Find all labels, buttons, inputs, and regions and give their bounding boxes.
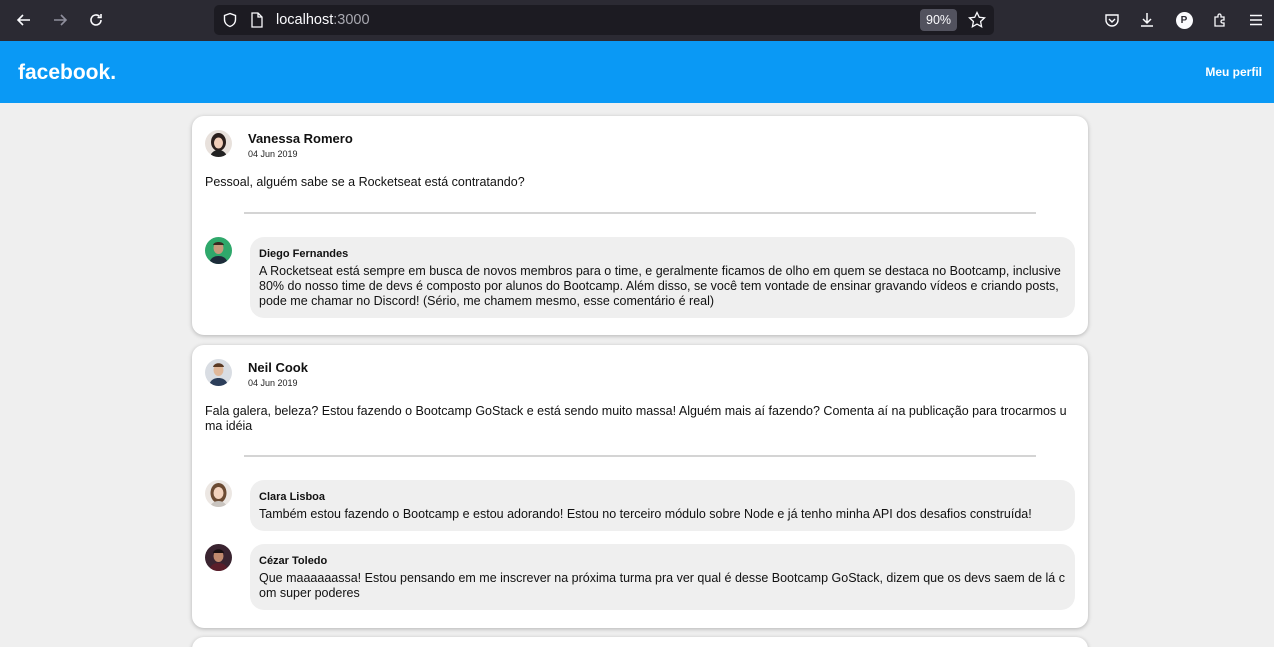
post-divider	[244, 212, 1036, 214]
post-content: Pessoal, alguém sabe se a Rocketseat est…	[205, 175, 525, 189]
avatar	[205, 359, 232, 386]
address-bar[interactable]: localhost:3000 90%	[214, 5, 994, 35]
menu-hamburger-icon[interactable]	[1244, 8, 1268, 32]
bookmark-star-icon[interactable]	[968, 10, 986, 34]
browser-toolbar: localhost:3000 90% P	[0, 0, 1274, 41]
post-card: Neil Cook 04 Jun 2019 Fala galera, belez…	[192, 345, 1088, 628]
comment-box: Diego Fernandes A Rocketseat está sempre…	[250, 237, 1075, 318]
logo[interactable]: facebook.	[18, 61, 116, 85]
url-text[interactable]: localhost:3000	[276, 12, 370, 28]
comment-author-name[interactable]: Diego Fernandes	[259, 247, 1065, 261]
post-card	[192, 637, 1088, 647]
avatar	[205, 130, 232, 157]
avatar	[205, 544, 232, 571]
app-header: facebook. Meu perfil	[0, 41, 1274, 103]
download-icon[interactable]	[1135, 8, 1159, 32]
extensions-icon[interactable]	[1208, 8, 1232, 32]
post-date: 04 Jun 2019	[248, 378, 298, 388]
post-author-name[interactable]: Vanessa Romero	[248, 131, 353, 146]
page-icon[interactable]	[250, 12, 264, 33]
reload-icon[interactable]	[84, 8, 108, 32]
comment-content: Que maaaaaassa! Estou pensando em me ins…	[259, 571, 1065, 600]
post-content: Fala galera, beleza? Estou fazendo o Boo…	[205, 404, 1067, 433]
forward-arrow-icon[interactable]	[48, 8, 72, 32]
post-author-name[interactable]: Neil Cook	[248, 360, 308, 375]
post-card: Vanessa Romero 04 Jun 2019 Pessoal, algu…	[192, 116, 1088, 335]
avatar	[205, 237, 232, 264]
pocket-icon[interactable]	[1100, 8, 1124, 32]
comment-author-avatar[interactable]	[205, 237, 232, 264]
comment-box: Cézar Toledo Que maaaaaassa! Estou pensa…	[250, 544, 1075, 610]
account-initial: P	[1175, 11, 1193, 29]
comment-content: A Rocketseat está sempre em busca de nov…	[259, 264, 1061, 308]
back-arrow-icon[interactable]	[12, 8, 36, 32]
post-date: 04 Jun 2019	[248, 149, 298, 159]
post-divider	[244, 455, 1036, 457]
zoom-level-badge[interactable]: 90%	[920, 9, 958, 31]
comment-author-avatar[interactable]	[205, 480, 232, 507]
account-avatar-icon[interactable]: P	[1172, 8, 1196, 32]
comment-author-name[interactable]: Cézar Toledo	[259, 554, 1065, 568]
my-profile-link[interactable]: Meu perfil	[1205, 65, 1262, 79]
shield-icon[interactable]	[222, 12, 238, 33]
avatar	[205, 480, 232, 507]
post-author-avatar[interactable]	[205, 359, 232, 386]
comment-author-avatar[interactable]	[205, 544, 232, 571]
comment-author-name[interactable]: Clara Lisboa	[259, 490, 1065, 504]
comment-box: Clara Lisboa Também estou fazendo o Boot…	[250, 480, 1075, 531]
post-author-avatar[interactable]	[205, 130, 232, 157]
comment-content: Também estou fazendo o Bootcamp e estou …	[259, 507, 1032, 521]
